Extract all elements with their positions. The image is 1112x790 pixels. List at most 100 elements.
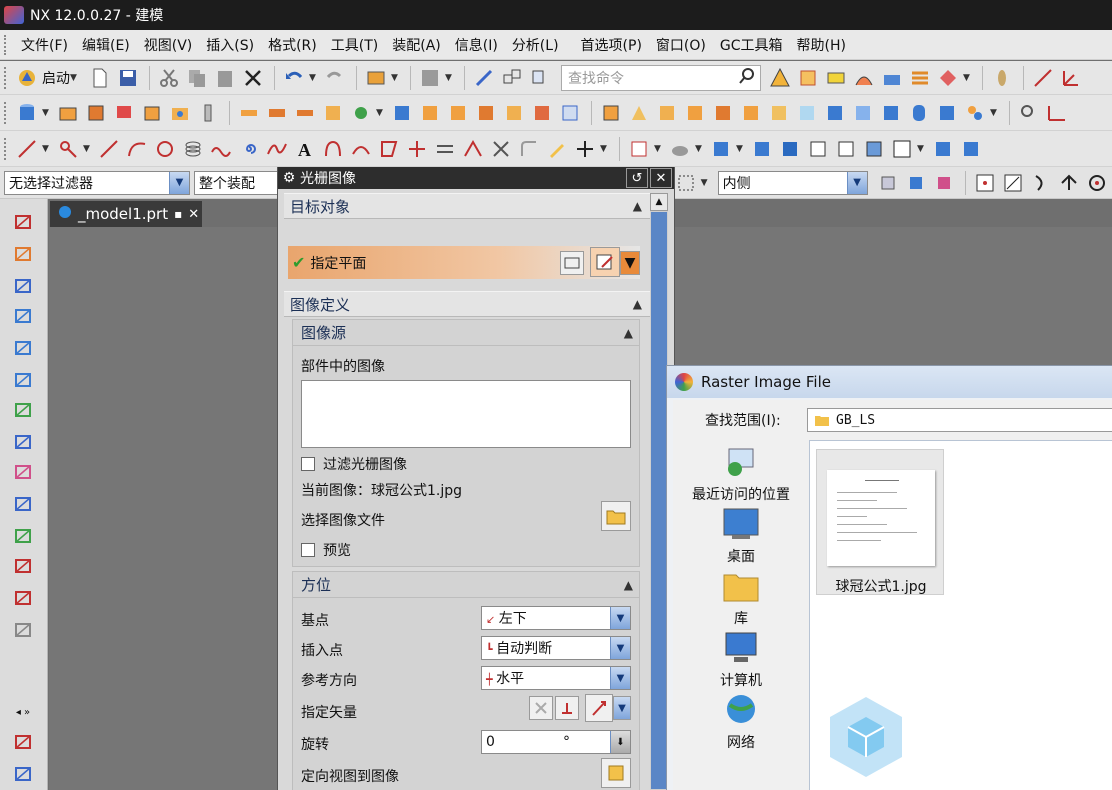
shell-icon[interactable] — [417, 100, 443, 126]
plane-dialog-icon[interactable] — [560, 251, 584, 275]
fit-dropdown[interactable]: ▼ — [654, 144, 664, 154]
section-curve-icon[interactable] — [432, 136, 458, 162]
orient-view-icon[interactable] — [601, 758, 631, 788]
render-dropdown[interactable]: ▼ — [695, 144, 705, 154]
spline-icon[interactable] — [264, 136, 290, 162]
place-desktop[interactable]: 桌面 — [673, 506, 809, 566]
bridge-curve-icon[interactable] — [348, 136, 374, 162]
surface-icon[interactable] — [10, 303, 36, 329]
select-feature-icon[interactable] — [931, 170, 957, 196]
cylinder-dropdown[interactable]: ▼ — [42, 108, 52, 118]
select-box-dropdown[interactable]: ▼ — [701, 178, 711, 188]
expand-icon[interactable]: ◂ » — [10, 699, 36, 725]
vector-pick-icon[interactable] — [585, 694, 613, 722]
preview-row[interactable]: 预览 — [301, 540, 351, 560]
hole-icon[interactable] — [167, 100, 193, 126]
select-box-icon[interactable] — [673, 170, 699, 196]
plane-pick-icon[interactable] — [590, 247, 620, 277]
document-tab[interactable]: _model1.prt ▪ ✕ — [50, 201, 202, 227]
arc-line-icon[interactable] — [96, 136, 122, 162]
intersect-curve-icon[interactable] — [404, 136, 430, 162]
scope-select[interactable]: 整个装配 — [194, 170, 278, 195]
sync-dropdown[interactable]: ▼ — [990, 108, 1000, 118]
menu-insert[interactable]: 插入(S) — [199, 35, 261, 55]
chevron-down-icon[interactable]: ▼ — [846, 171, 867, 194]
sync-pull-face-icon[interactable] — [626, 100, 652, 126]
paste-icon[interactable] — [212, 65, 238, 91]
line-tool-icon[interactable] — [14, 136, 40, 162]
pencil-icon[interactable] — [544, 136, 570, 162]
snap-intersect-icon[interactable] — [1056, 170, 1082, 196]
offset-curve-icon[interactable] — [320, 136, 346, 162]
point-tool-dropdown[interactable]: ▼ — [83, 144, 93, 154]
cylinder-icon[interactable] — [14, 100, 40, 126]
curve-network-icon[interactable] — [10, 491, 36, 517]
gear-icon[interactable]: ⚙ — [278, 170, 300, 186]
toolbar3-grip[interactable] — [4, 137, 8, 160]
chevron-down-icon[interactable]: ▼ — [610, 667, 630, 689]
snap-line-icon[interactable] — [1000, 170, 1026, 196]
extract-curve-icon[interactable] — [460, 136, 486, 162]
collapse-icon[interactable]: ▲ — [624, 578, 633, 592]
delete-icon[interactable] — [240, 65, 266, 91]
block-icon[interactable] — [139, 100, 165, 126]
ref-direction-select[interactable]: ┿ 水平 ▼ — [481, 666, 631, 690]
studio-surface-icon[interactable] — [10, 397, 36, 423]
revolve-icon[interactable] — [83, 100, 109, 126]
menu-edit[interactable]: 编辑(E) — [75, 35, 137, 55]
chevron-down-icon[interactable]: ▼ — [620, 251, 640, 275]
menu-assembly[interactable]: 装配(A) — [385, 35, 448, 55]
tetra-icon[interactable] — [767, 65, 793, 91]
insert-point-select[interactable]: ┗ 自动判断 ▼ — [481, 636, 631, 660]
measure-distance-icon[interactable] — [1044, 100, 1070, 126]
helix-icon[interactable] — [180, 136, 206, 162]
pattern-icon[interactable] — [320, 100, 346, 126]
extrude-feature-icon[interactable] — [10, 241, 36, 267]
new-file-icon[interactable] — [87, 65, 113, 91]
color-dropdown[interactable]: ▼ — [445, 73, 455, 83]
images-in-part-list[interactable] — [301, 380, 631, 448]
snap-grid-icon[interactable] — [972, 170, 998, 196]
collapse-icon[interactable]: ▲ — [624, 326, 633, 340]
sync-copy-icon[interactable] — [766, 100, 792, 126]
preview-checkbox[interactable] — [301, 543, 315, 557]
sync-cylinder-icon[interactable] — [906, 100, 932, 126]
mirror-icon[interactable] — [389, 100, 415, 126]
point-dropdown[interactable]: ▼ — [376, 108, 386, 118]
sheetmetal-dropdown[interactable]: ▼ — [963, 73, 973, 83]
axis-icon[interactable] — [1058, 65, 1084, 91]
datum-plane-icon[interactable] — [10, 273, 36, 299]
view-hidden-icon[interactable] — [833, 136, 859, 162]
repeat-dropdown[interactable]: ▼ — [391, 73, 401, 83]
menu-preferences[interactable]: 首选项(P) — [574, 35, 649, 55]
scroll-up-icon[interactable]: ▲ — [650, 193, 668, 211]
sync-group-icon[interactable] — [878, 100, 904, 126]
n-sided-icon[interactable] — [10, 523, 36, 549]
vector-dialog-icon[interactable] — [555, 696, 579, 720]
view-dropdown[interactable]: ▼ — [736, 144, 746, 154]
link-icon[interactable] — [471, 65, 497, 91]
filter-raster-row[interactable]: 过滤光栅图像 — [301, 454, 407, 474]
text-icon[interactable]: A — [292, 136, 318, 162]
point-icon[interactable] — [348, 100, 374, 126]
shaded-icon[interactable] — [861, 136, 887, 162]
fit-view-icon[interactable] — [626, 136, 652, 162]
place-library[interactable]: 库 — [673, 568, 809, 628]
menu-format[interactable]: 格式(R) — [261, 35, 324, 55]
open-folder-icon[interactable] — [601, 501, 631, 531]
sync-pattern-icon[interactable] — [794, 100, 820, 126]
chevron-down-icon[interactable]: ▼ — [169, 171, 189, 194]
command-search-input[interactable]: 查找命令 — [561, 64, 761, 91]
plus-icon[interactable] — [572, 136, 598, 162]
swept-icon[interactable] — [10, 429, 36, 455]
search-icon[interactable] — [738, 67, 756, 89]
chevron-down-icon[interactable]: ▼ — [613, 696, 631, 720]
layout-icon[interactable] — [499, 65, 525, 91]
collapse-icon[interactable]: ▲ — [633, 199, 642, 213]
specify-plane-row[interactable]: ✔ 指定平面 — [288, 246, 640, 279]
corner-icon[interactable] — [935, 65, 961, 91]
measure-icon[interactable] — [989, 65, 1015, 91]
sheet-icon[interactable] — [823, 65, 849, 91]
background-icon[interactable] — [889, 136, 915, 162]
mesh-surface-icon[interactable] — [10, 367, 36, 393]
